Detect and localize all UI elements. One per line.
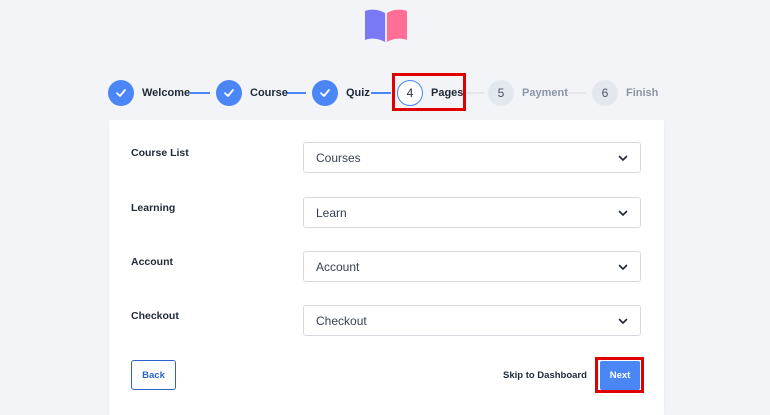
step-label: Pages	[431, 87, 464, 99]
step-finish[interactable]: 6 Finish	[592, 78, 658, 108]
step-number: 6	[592, 80, 618, 106]
step-connector	[286, 92, 306, 94]
select-value: Account	[316, 259, 360, 274]
chevron-down-icon	[618, 264, 628, 270]
pages-settings-card: Course List Courses Learning Learn Accou…	[109, 120, 664, 415]
step-label: Course	[250, 87, 288, 99]
step-connector	[190, 92, 210, 94]
checkout-label: Checkout	[131, 310, 179, 322]
account-select[interactable]: Account	[303, 251, 641, 282]
step-connector	[371, 92, 391, 94]
check-icon	[216, 80, 242, 106]
learning-label: Learning	[131, 202, 176, 214]
course-list-select[interactable]: Courses	[303, 142, 641, 173]
checkout-select[interactable]: Checkout	[303, 305, 641, 336]
step-label: Quiz	[346, 87, 370, 99]
step-course[interactable]: Course	[216, 78, 288, 108]
select-value: Courses	[316, 150, 361, 165]
chevron-down-icon	[618, 155, 628, 161]
check-icon	[312, 80, 338, 106]
setup-stepper: Welcome Course Quiz 4 Pages 5 Payment 6 …	[0, 78, 770, 108]
step-connector	[466, 92, 484, 94]
skip-to-dashboard-link[interactable]: Skip to Dashboard	[503, 370, 587, 381]
open-book-icon	[365, 9, 407, 43]
step-number: 4	[397, 80, 423, 106]
step-payment[interactable]: 5 Payment	[488, 78, 568, 108]
select-value: Learn	[316, 205, 347, 220]
step-connector	[566, 92, 586, 94]
select-value: Checkout	[316, 313, 367, 328]
account-label: Account	[131, 256, 173, 268]
chevron-down-icon	[618, 318, 628, 324]
check-icon	[108, 80, 134, 106]
back-button[interactable]: Back	[131, 360, 176, 390]
chevron-down-icon	[618, 210, 628, 216]
step-welcome[interactable]: Welcome	[108, 78, 190, 108]
step-quiz[interactable]: Quiz	[312, 78, 370, 108]
step-label: Finish	[626, 87, 659, 99]
step-number: 5	[488, 80, 514, 106]
step-pages[interactable]: 4 Pages	[397, 78, 463, 108]
step-label: Welcome	[142, 87, 191, 99]
step-label: Payment	[522, 87, 568, 99]
next-button[interactable]: Next	[600, 361, 640, 390]
course-list-label: Course List	[131, 147, 189, 159]
learning-select[interactable]: Learn	[303, 197, 641, 228]
